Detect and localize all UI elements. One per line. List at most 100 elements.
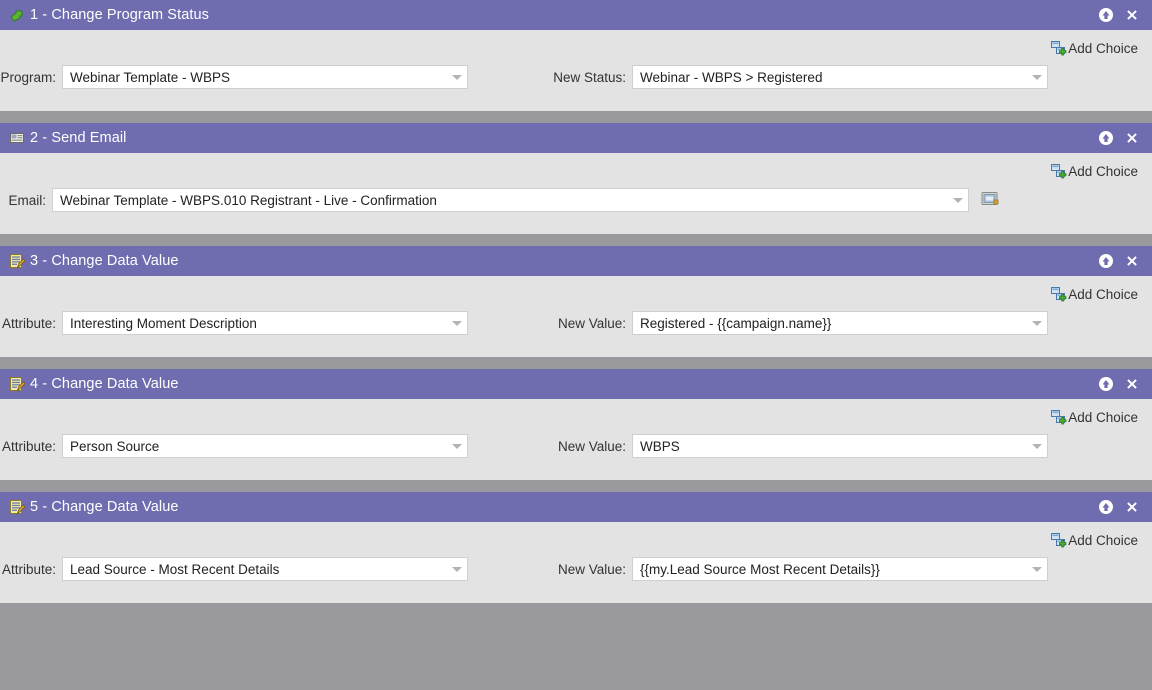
- add-choice-label: Add Choice: [1068, 40, 1138, 56]
- chevron-down-icon: [447, 74, 467, 80]
- attribute-select[interactable]: Lead Source - Most Recent Details: [62, 557, 468, 581]
- add-choice-row: Add Choice: [0, 153, 1152, 182]
- fields-row: Attribute: Interesting Moment Descriptio…: [0, 305, 1152, 357]
- field-attribute: Attribute: Lead Source - Most Recent Det…: [0, 557, 468, 581]
- add-choice-button[interactable]: Add Choice: [1051, 409, 1138, 425]
- program-select[interactable]: Webinar Template - WBPS: [62, 65, 468, 89]
- chevron-down-icon: [1027, 320, 1047, 326]
- flow-steps-list: 1 - Change Program Status Add Choice Pro…: [0, 0, 1152, 603]
- program-select-value: Webinar Template - WBPS: [70, 69, 231, 85]
- add-choice-icon: [1051, 409, 1067, 425]
- flow-step-2: 2 - Send Email Add Choice Email: Webinar…: [0, 123, 1152, 234]
- new-status-select[interactable]: Webinar - WBPS > Registered: [632, 65, 1048, 89]
- fields-row: Program: Webinar Template - WBPS New Sta…: [0, 59, 1152, 111]
- new-value-select-value: Registered - {{campaign.name}}: [640, 315, 832, 331]
- add-choice-label: Add Choice: [1068, 163, 1138, 179]
- field-label: New Value:: [557, 438, 626, 454]
- fields-row: Email: Webinar Template - WBPS.010 Regis…: [0, 182, 1152, 234]
- new-value-select-value: WBPS: [640, 438, 680, 454]
- email-select[interactable]: Webinar Template - WBPS.010 Registrant -…: [52, 188, 969, 212]
- fields-row: Attribute: Person Source New Value: WBPS: [0, 428, 1152, 480]
- flow-step-1: 1 - Change Program Status Add Choice Pro…: [0, 0, 1152, 111]
- field-label: New Value:: [557, 315, 626, 331]
- chevron-down-icon: [1027, 443, 1047, 449]
- add-choice-row: Add Choice: [0, 522, 1152, 551]
- field-label: New Value:: [557, 561, 626, 577]
- add-choice-button[interactable]: Add Choice: [1051, 286, 1138, 302]
- add-choice-row: Add Choice: [0, 276, 1152, 305]
- collapse-icon[interactable]: [1096, 497, 1116, 517]
- flow-step-4: 4 - Change Data Value Add Choice Attribu…: [0, 369, 1152, 480]
- field-label: Email:: [8, 192, 46, 208]
- field-email: Email: Webinar Template - WBPS.010 Regis…: [0, 188, 1002, 212]
- add-choice-icon: [1051, 40, 1067, 56]
- add-choice-icon: [1051, 163, 1067, 179]
- step-header-5: 5 - Change Data Value: [0, 492, 1152, 522]
- new-value-select[interactable]: Registered - {{campaign.name}}: [632, 311, 1048, 335]
- close-icon[interactable]: [1122, 5, 1142, 25]
- step-title: 5 - Change Data Value: [30, 499, 179, 515]
- collapse-icon[interactable]: [1096, 374, 1116, 394]
- step-title: 2 - Send Email: [30, 130, 127, 146]
- email-icon: [9, 130, 25, 146]
- field-attribute: Attribute: Interesting Moment Descriptio…: [0, 311, 468, 335]
- flow-step-5: 5 - Change Data Value Add Choice Attribu…: [0, 492, 1152, 603]
- step-title: 3 - Change Data Value: [30, 253, 179, 269]
- add-choice-icon: [1051, 286, 1067, 302]
- new-value-select[interactable]: {{my.Lead Source Most Recent Details}}: [632, 557, 1048, 581]
- preview-email-icon[interactable]: [980, 189, 1002, 211]
- add-choice-row: Add Choice: [0, 399, 1152, 428]
- attribute-select-value: Lead Source - Most Recent Details: [70, 561, 280, 577]
- step-title: 1 - Change Program Status: [30, 7, 210, 23]
- close-icon[interactable]: [1122, 128, 1142, 148]
- field-label: Attribute:: [1, 438, 56, 454]
- field-new-value: New Value: {{my.Lead Source Most Recent …: [546, 557, 1048, 581]
- email-select-value: Webinar Template - WBPS.010 Registrant -…: [60, 192, 437, 208]
- new-value-select[interactable]: WBPS: [632, 434, 1048, 458]
- new-value-select-value: {{my.Lead Source Most Recent Details}}: [640, 561, 880, 577]
- step-body-5: Add Choice Attribute: Lead Source - Most…: [0, 522, 1152, 603]
- add-choice-label: Add Choice: [1068, 409, 1138, 425]
- step-body-3: Add Choice Attribute: Interesting Moment…: [0, 276, 1152, 357]
- chevron-down-icon: [447, 443, 467, 449]
- step-header-1: 1 - Change Program Status: [0, 0, 1152, 30]
- flow-step-3: 3 - Change Data Value Add Choice Attribu…: [0, 246, 1152, 357]
- collapse-icon[interactable]: [1096, 5, 1116, 25]
- close-icon[interactable]: [1122, 251, 1142, 271]
- fields-row: Attribute: Lead Source - Most Recent Det…: [0, 551, 1152, 603]
- chevron-down-icon: [1027, 74, 1047, 80]
- add-choice-row: Add Choice: [0, 30, 1152, 59]
- field-label: Attribute:: [1, 561, 56, 577]
- add-choice-button[interactable]: Add Choice: [1051, 40, 1138, 56]
- field-program: Program: Webinar Template - WBPS: [0, 65, 468, 89]
- chevron-down-icon: [948, 197, 968, 203]
- attribute-select-value: Interesting Moment Description: [70, 315, 257, 331]
- field-new-value: New Value: Registered - {{campaign.name}…: [546, 311, 1048, 335]
- add-choice-button[interactable]: Add Choice: [1051, 532, 1138, 548]
- close-icon[interactable]: [1122, 374, 1142, 394]
- field-label: Program:: [0, 69, 56, 85]
- collapse-icon[interactable]: [1096, 251, 1116, 271]
- new-status-select-value: Webinar - WBPS > Registered: [640, 69, 823, 85]
- chevron-down-icon: [1027, 566, 1047, 572]
- chevron-down-icon: [447, 566, 467, 572]
- edit-document-icon: [9, 376, 25, 392]
- step-title: 4 - Change Data Value: [30, 376, 179, 392]
- add-choice-label: Add Choice: [1068, 286, 1138, 302]
- step-header-2: 2 - Send Email: [0, 123, 1152, 153]
- field-label: Attribute:: [1, 315, 56, 331]
- chevron-down-icon: [447, 320, 467, 326]
- collapse-icon[interactable]: [1096, 128, 1116, 148]
- attribute-select[interactable]: Person Source: [62, 434, 468, 458]
- close-icon[interactable]: [1122, 497, 1142, 517]
- add-choice-label: Add Choice: [1068, 532, 1138, 548]
- step-header-4: 4 - Change Data Value: [0, 369, 1152, 399]
- step-header-3: 3 - Change Data Value: [0, 246, 1152, 276]
- add-choice-button[interactable]: Add Choice: [1051, 163, 1138, 179]
- edit-document-icon: [9, 253, 25, 269]
- attribute-select[interactable]: Interesting Moment Description: [62, 311, 468, 335]
- step-body-4: Add Choice Attribute: Person Source New …: [0, 399, 1152, 480]
- step-body-1: Add Choice Program: Webinar Template - W…: [0, 30, 1152, 111]
- attribute-select-value: Person Source: [70, 438, 160, 454]
- field-new-status: New Status: Webinar - WBPS > Registered: [546, 65, 1048, 89]
